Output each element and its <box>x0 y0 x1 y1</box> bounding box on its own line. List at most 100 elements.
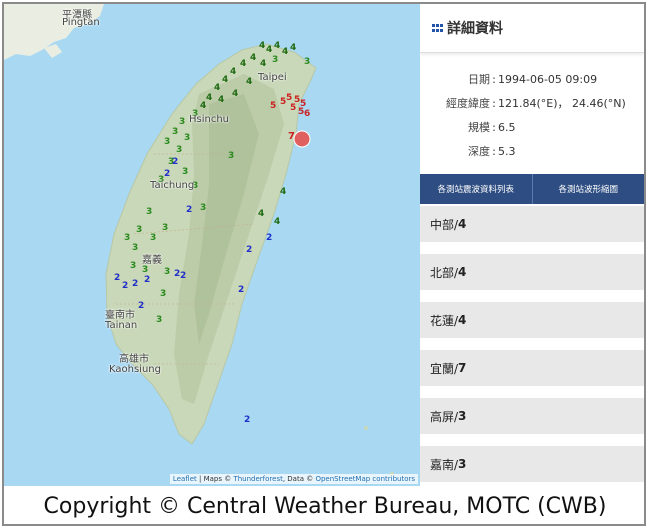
city-label-tainan-zh: 臺南市 <box>105 310 135 321</box>
info-value: 6.5 <box>498 120 516 134</box>
info-value: 121.84(°E)， 24.46(°N) <box>498 97 626 110</box>
station-intensity-mark: 3 <box>182 167 188 177</box>
city-label-pingtan-en: Pingtan <box>62 17 100 28</box>
info-key: 深度 <box>468 145 490 158</box>
station-intensity-mark: 4 <box>230 67 236 77</box>
station-intensity-mark: 4 <box>290 43 296 53</box>
station-intensity-mark: 3 <box>160 289 166 299</box>
epicenter-intensity-label: 7 <box>288 131 295 142</box>
station-intensity-mark: 5 <box>290 103 296 113</box>
info-row-coords: 經度緯度:121.84(°E)， 24.46(°N) <box>420 91 644 115</box>
earthquake-map[interactable]: 4444444444444443343555555563333333333333… <box>4 4 420 486</box>
station-intensity-mark: 3 <box>164 137 170 147</box>
station-intensity-mark: 5 <box>270 101 276 111</box>
station-intensity-mark: 3 <box>200 203 206 213</box>
map-canvas: 4 4 44 4444444 4444 3 3435 5 55 55 563333333333333… <box>4 4 394 476</box>
region-intensity: 4 <box>458 313 467 327</box>
green-island <box>364 426 368 430</box>
station-intensity-mark: 2 <box>132 279 138 289</box>
thunderforest-link[interactable]: Thunderforest <box>233 475 282 483</box>
region-name: 宜蘭/ <box>430 361 459 376</box>
station-intensity-mark: 2 <box>180 271 186 281</box>
station-intensity-mark: 2 <box>266 233 272 243</box>
station-intensity-mark: 2 <box>244 415 250 425</box>
station-intensity-mark: 3 <box>172 127 178 137</box>
detail-panel: 詳細資料 日期:1994-06-05 09:09 經度緯度:121.84(°E)… <box>420 4 644 486</box>
osm-link[interactable]: OpenStreetMap contributors <box>315 475 415 483</box>
region-name: 北部/ <box>430 265 459 280</box>
waveform-thumbnails-button[interactable]: 各測站波形縮圖 <box>532 174 644 204</box>
station-intensity-mark: 3 <box>136 225 142 235</box>
station-intensity-mark: 3 <box>272 55 278 65</box>
station-intensity-mark: 4 <box>250 53 256 63</box>
city-label-hsinchu: Hsinchu <box>189 114 230 125</box>
station-data-list-button[interactable]: 各測站震波資料列表 <box>420 174 533 204</box>
station-intensity-mark: 3 <box>124 233 130 243</box>
epicenter-marker[interactable] <box>293 130 311 148</box>
region-name: 嘉南/ <box>430 457 459 472</box>
info-row-date: 日期:1994-06-05 09:09 <box>420 67 644 91</box>
region-intensity: 7 <box>458 361 467 375</box>
attribution-maps-text: | Maps © <box>196 475 234 483</box>
station-intensity-mark: 4 <box>260 59 266 69</box>
info-value: 5.3 <box>498 144 516 158</box>
info-key: 經度緯度 <box>446 97 490 110</box>
station-intensity-mark: 2 <box>138 301 144 311</box>
region-item-yilan[interactable]: 宜蘭/7 <box>420 350 644 386</box>
info-value: 1994-06-05 09:09 <box>498 72 598 86</box>
station-intensity-mark: 5 <box>286 93 292 103</box>
station-intensity-mark: 3 <box>142 265 148 275</box>
region-item-hualien[interactable]: 花蓮/4 <box>420 302 644 338</box>
city-label-kaohsiung-zh: 高雄市 <box>119 354 149 365</box>
station-intensity-mark: 4 <box>280 187 286 197</box>
station-intensity-mark: 2 <box>122 281 128 291</box>
grid-icon <box>432 24 443 32</box>
city-label-taipei: Taipei <box>258 72 287 83</box>
region-name: 花蓮/ <box>430 313 459 328</box>
station-intensity-mark: 4 <box>240 59 246 69</box>
station-intensity-mark: 2 <box>238 285 244 295</box>
info-key: 規模 <box>468 121 490 134</box>
panel-title: 詳細資料 <box>447 21 503 37</box>
station-intensity-mark: 3 <box>162 223 168 233</box>
station-intensity-mark: 3 <box>156 315 162 325</box>
city-label-chiayi: 嘉義 <box>142 255 162 266</box>
station-intensity-mark: 2 <box>246 245 252 255</box>
station-intensity-mark: 4 <box>232 89 238 99</box>
region-item-chianan[interactable]: 嘉南/3 <box>420 446 644 482</box>
city-label-tainan-en: Tainan <box>105 320 138 331</box>
leaflet-link[interactable]: Leaflet <box>173 475 197 483</box>
station-intensity-mark: 4 <box>206 93 212 103</box>
map-attribution: Leaflet | Maps © Thunderforest, Data © O… <box>169 474 418 484</box>
region-item-kaoping[interactable]: 高屏/3 <box>420 398 644 434</box>
info-row-magnitude: 規模:6.5 <box>420 115 644 139</box>
station-intensity-mark: 2 <box>186 205 192 215</box>
region-item-central[interactable]: 中部/4 <box>420 206 644 242</box>
city-label-kaohsiung-en: Kaohsiung <box>109 364 161 375</box>
station-intensity-mark: 2 <box>164 169 170 179</box>
station-intensity-mark: 4 <box>274 41 280 51</box>
station-intensity-mark: 4 <box>214 83 220 93</box>
panel-header: 詳細資料 <box>420 4 644 53</box>
station-intensity-mark: 4 <box>259 41 265 51</box>
station-intensity-mark: 2 <box>114 273 120 283</box>
station-intensity-mark: 3 <box>146 207 152 217</box>
station-intensity-mark: 4 <box>282 47 288 57</box>
info-row-depth: 深度:5.3 <box>420 139 644 163</box>
station-intensity-mark: 3 <box>304 57 310 67</box>
station-intensity-mark: 4 <box>222 75 228 85</box>
station-intensity-mark: 4 <box>266 45 272 55</box>
station-intensity-mark: 5 <box>280 97 286 107</box>
city-label-taichung: Taichung <box>150 180 195 191</box>
attribution-data-text: , Data © <box>282 475 316 483</box>
region-intensity: 4 <box>458 265 467 279</box>
station-intensity-mark: 2 <box>172 157 178 167</box>
station-intensity-mark: 4 <box>200 101 206 111</box>
station-intensity-mark: 3 <box>132 243 138 253</box>
region-intensity: 3 <box>458 457 467 471</box>
info-key: 日期 <box>468 73 490 86</box>
station-intensity-mark: 3 <box>150 233 156 243</box>
station-intensity-mark: 4 <box>258 209 264 219</box>
quake-info: 日期:1994-06-05 09:09 經度緯度:121.84(°E)， 24.… <box>420 53 644 167</box>
region-item-north[interactable]: 北部/4 <box>420 254 644 290</box>
